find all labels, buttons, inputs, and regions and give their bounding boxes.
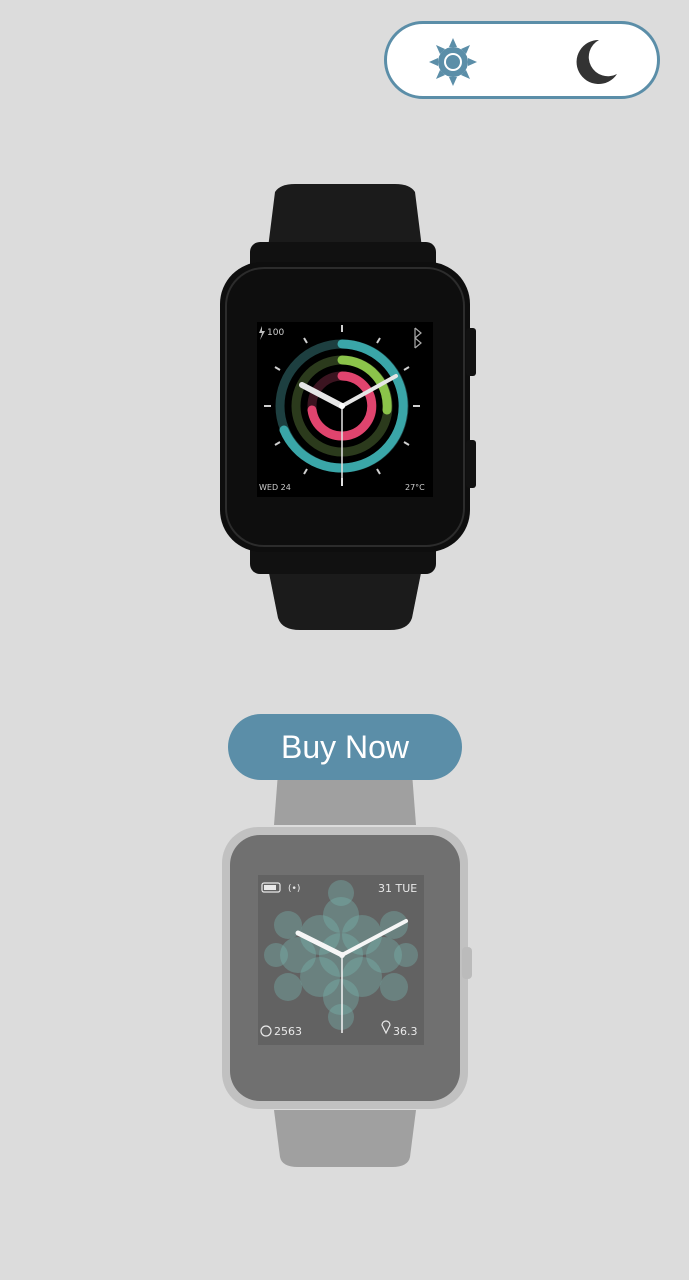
moon-icon[interactable] [569, 36, 621, 88]
theme-toggle[interactable] [384, 21, 660, 99]
battery-level: 100 [267, 328, 284, 338]
distance-value: 36.3 [393, 1025, 418, 1038]
watch-date: WED 24 [259, 483, 291, 492]
buy-now-button[interactable]: Buy Now [228, 714, 462, 780]
sun-icon[interactable] [427, 36, 479, 88]
watch-temperature: 27°C [405, 483, 425, 492]
step-count: 2563 [274, 1025, 302, 1038]
gray-smartwatch-image: (•) 31 TUE 2563 36.3 [210, 765, 480, 1170]
watch-date: 31 TUE [378, 882, 417, 895]
svg-text:(•): (•) [288, 884, 300, 894]
dark-smartwatch-image: 100 WED 24 27°C [200, 180, 490, 635]
